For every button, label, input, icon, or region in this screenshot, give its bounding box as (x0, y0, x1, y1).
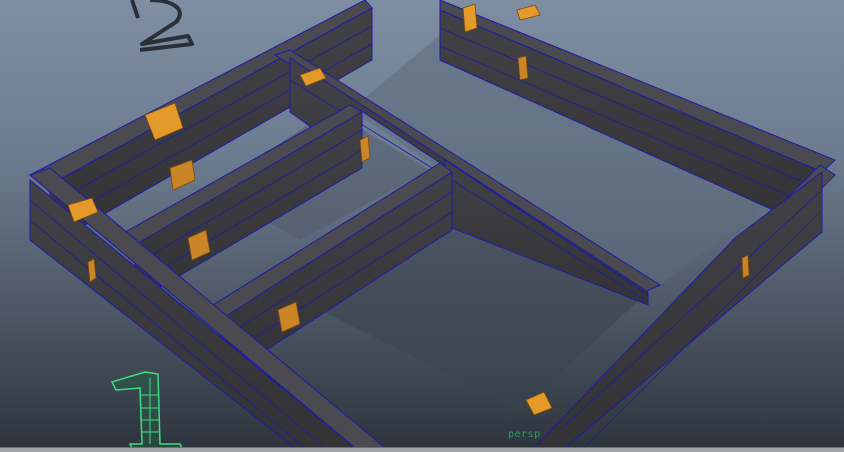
marker-1[interactable] (110, 371, 184, 449)
viewport[interactable]: persp (0, 0, 844, 452)
viewport-bottom-border (0, 447, 844, 452)
scene-canvas[interactable] (0, 0, 844, 452)
camera-label: persp (508, 429, 541, 440)
marker-2[interactable] (130, 0, 194, 52)
